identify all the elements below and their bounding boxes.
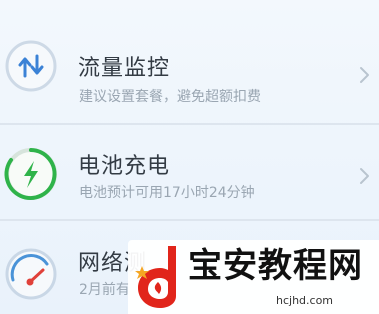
- network-test-subtitle: 2月前有: [79, 282, 130, 298]
- battery-charging-title: 电池充电: [78, 154, 171, 179]
- settings-list: 流量监控 建议设置套餐，避免超额扣费 电池充电 电池预计可用17小时24分钟 网…: [0, 0, 379, 314]
- watermark-title: 宝安教程网: [188, 246, 363, 286]
- traffic-monitor-subtitle: 建议设置套餐，避免超额扣费: [79, 89, 261, 105]
- chevron-right-icon: [360, 67, 369, 83]
- traffic-monitor-title: 流量监控: [78, 56, 171, 81]
- list-item-battery-charging[interactable]: 电池充电 电池预计可用17小时24分钟: [0, 126, 379, 220]
- watermark-url: hcjhd.com: [276, 294, 334, 307]
- speedometer-icon: [5, 248, 57, 300]
- battery-charging-subtitle: 电池预计可用17小时24分钟: [79, 185, 255, 201]
- data-usage-arrows-icon: [5, 40, 57, 92]
- watermark: 宝安教程网 hcjhd.com: [128, 240, 379, 314]
- list-item-traffic-monitor[interactable]: 流量监控 建议设置套餐，避免超额扣费: [0, 20, 379, 114]
- battery-charging-icon: [4, 148, 57, 200]
- chevron-right-icon: [360, 168, 369, 184]
- divider: [0, 219, 379, 221]
- d-flame-logo-icon: [135, 246, 176, 308]
- divider: [0, 123, 379, 125]
